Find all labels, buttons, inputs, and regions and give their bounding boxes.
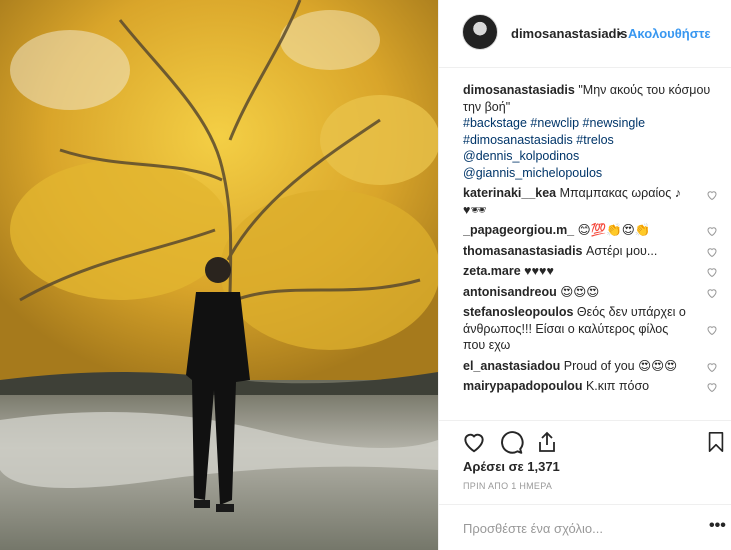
comment-text: Proud of you 😍😍😍 [563, 358, 678, 373]
comment-text: 😊💯👏😍👏 [577, 223, 651, 237]
comment-item: _papageorgiou.m_ 😊💯👏😍👏 [463, 222, 718, 239]
action-bar [439, 420, 731, 460]
comment-item: stefanosleopoulos Θεός δεν υπάρχει ο άνθ… [463, 304, 718, 354]
post-username[interactable]: dimosanastasiadis [511, 26, 627, 41]
mention[interactable]: @giannis_michelopoulos [463, 166, 602, 180]
comment-username[interactable]: thomasanastasiadis [463, 244, 583, 258]
comment-username[interactable]: _papageorgiou.m_ [463, 223, 574, 237]
comment-item: el_anastasiadou Proud of you 😍😍😍 [463, 358, 718, 375]
comment-username[interactable]: el_anastasiadou [463, 359, 560, 373]
comment-item: mairypapadopoulou Κ.κιπ πόσο [463, 378, 718, 395]
caption-username[interactable]: dimosanastasiadis [463, 83, 575, 97]
post-header: dimosanastasiadis • Ακολουθήστε [439, 0, 731, 68]
comments-list[interactable]: dimosanastasiadis "Μην ακούς του κόσμου … [463, 82, 718, 418]
hashtag[interactable]: #newclip [530, 116, 579, 130]
comment-item: katerinaki__kea Μπαμπακας ωραίος ♪ ♥🕶 [463, 185, 718, 218]
autumn-tree-photo [0, 0, 438, 550]
hashtag[interactable]: #trelos [576, 133, 614, 147]
separator-dot: • [617, 26, 622, 41]
comment-bubble-icon[interactable] [498, 429, 524, 455]
comment-input[interactable]: Προσθέστε ένα σχόλιο... [463, 521, 603, 536]
follow-button[interactable]: Ακολουθήστε [628, 26, 711, 41]
like-comment-heart-icon[interactable] [706, 324, 718, 336]
likes-count[interactable]: Αρέσει σε 1,371 [463, 459, 560, 474]
comment-username[interactable]: antonisandreou [463, 285, 557, 299]
like-comment-heart-icon[interactable] [706, 266, 718, 278]
share-upload-icon[interactable] [535, 429, 559, 455]
comment-text: ♥♥♥♥ [524, 264, 554, 278]
add-comment-bar: Προσθέστε ένα σχόλιο... ••• [439, 504, 731, 550]
hashtag[interactable]: #newsingle [583, 116, 646, 130]
comment-username[interactable]: zeta.mare [463, 264, 521, 278]
comment-username[interactable]: stefanosleopoulos [463, 305, 573, 319]
comment-item: antonisandreou 😍😍😍 [463, 284, 718, 301]
comment-text: Κ.κιπ πόσο [585, 379, 650, 393]
comment-text: Αστέρι μου... [585, 243, 658, 258]
hashtag[interactable]: #backstage [463, 116, 527, 130]
avatar[interactable] [462, 14, 498, 50]
post-photo[interactable] [0, 0, 438, 550]
comment-item: zeta.mare ♥♥♥♥ [463, 263, 718, 280]
like-comment-heart-icon[interactable] [706, 225, 718, 237]
comment-text: 😍😍😍 [560, 284, 600, 299]
more-options-button[interactable]: ••• [709, 517, 726, 535]
post-side-panel: dimosanastasiadis • Ακολουθήστε dimosana… [438, 0, 731, 550]
hashtag[interactable]: #dimosanastasiadis [463, 133, 573, 147]
mention[interactable]: @dennis_kolpodinos [463, 149, 579, 163]
comment-username[interactable]: mairypapadopoulou [463, 379, 582, 393]
caption: dimosanastasiadis "Μην ακούς του κόσμου … [463, 82, 718, 181]
like-comment-heart-icon[interactable] [706, 381, 718, 393]
comment-username[interactable]: katerinaki__kea [463, 186, 556, 200]
comment-item: thomasanastasiadis Αστέρι μου... [463, 243, 718, 260]
like-comment-heart-icon[interactable] [706, 287, 718, 299]
like-heart-icon[interactable] [461, 429, 487, 455]
bookmark-icon[interactable] [705, 429, 727, 455]
like-comment-heart-icon[interactable] [706, 189, 718, 201]
like-comment-heart-icon[interactable] [706, 246, 718, 258]
post-timestamp[interactable]: ΠΡΙΝ ΑΠΟ 1 ΗΜΕΡΑ [463, 481, 552, 491]
like-comment-heart-icon[interactable] [706, 361, 718, 373]
